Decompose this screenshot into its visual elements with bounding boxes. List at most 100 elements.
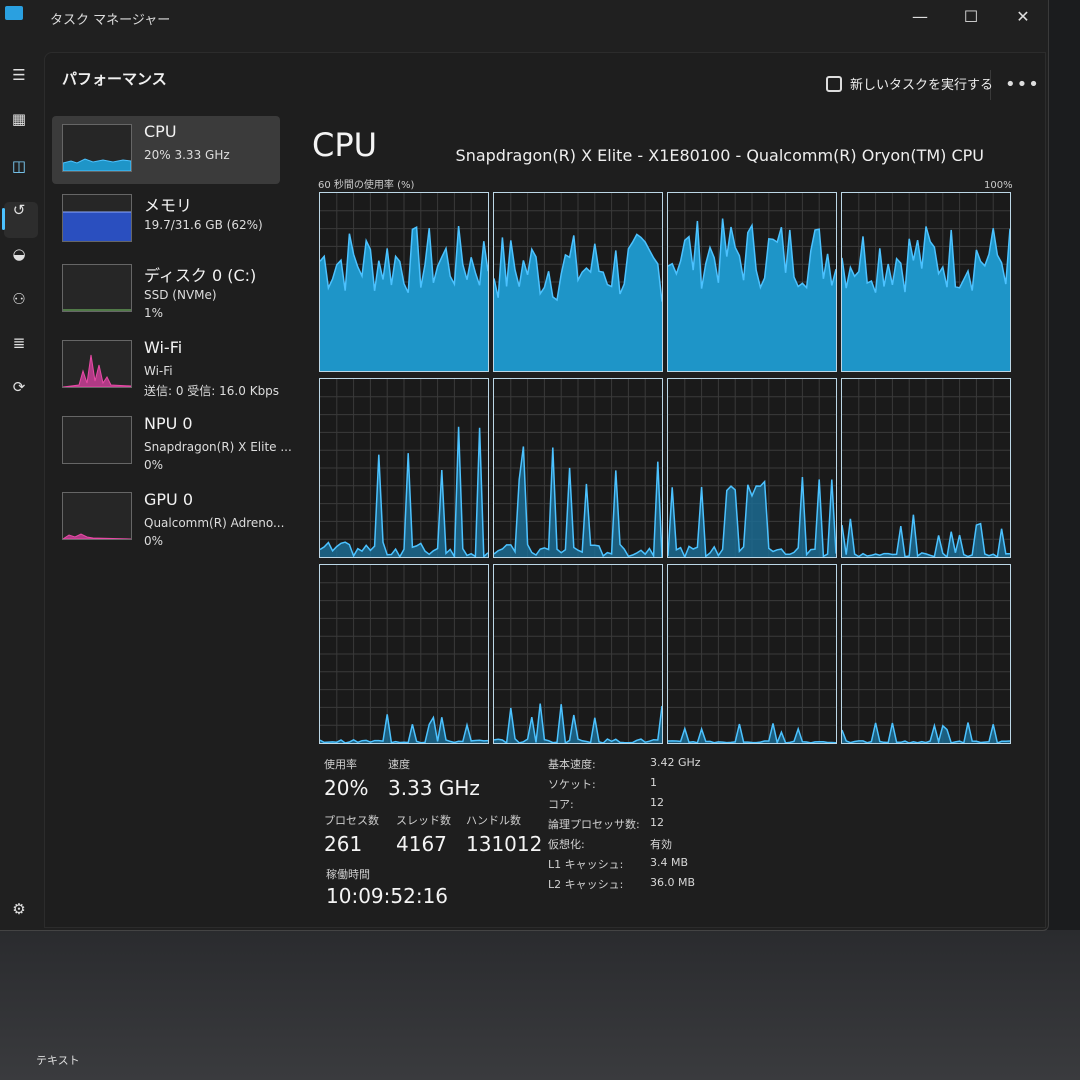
core-graph-4 bbox=[319, 378, 489, 558]
threads-value: 4167 bbox=[396, 832, 447, 856]
sidebar-item-memory[interactable]: メモリ 19.7/31.6 GB (62%) bbox=[52, 186, 280, 254]
usage-value: 20% bbox=[324, 776, 369, 800]
processes-label: プロセス数 bbox=[324, 814, 379, 827]
spec-value: 3.4 MB bbox=[650, 856, 689, 869]
run-new-task-button[interactable]: 新しいタスクを実行する bbox=[826, 74, 993, 93]
app-history-icon[interactable]: ↺ bbox=[8, 199, 30, 221]
details-icon[interactable]: ≣ bbox=[8, 332, 30, 354]
startup-icon[interactable]: ◒ bbox=[8, 243, 30, 265]
settings-icon[interactable]: ⚙ bbox=[8, 898, 30, 920]
core-graph-6 bbox=[667, 378, 837, 558]
desktop-background bbox=[0, 930, 1080, 1080]
sidebar-item-cpu[interactable]: CPU 20% 3.33 GHz bbox=[52, 116, 280, 184]
cpu-heading: CPU bbox=[312, 126, 378, 164]
services-icon[interactable]: ⟳ bbox=[8, 376, 30, 398]
processes-value: 261 bbox=[324, 832, 363, 856]
core-graph-2 bbox=[667, 192, 837, 372]
sidebar-item-title: Wi-Fi bbox=[144, 338, 183, 357]
spec-value: 36.0 MB bbox=[650, 876, 696, 889]
sidebar-item-detail: Wi-Fi bbox=[144, 364, 173, 378]
memory-thumbnail-graph bbox=[62, 194, 132, 242]
spec-key: L2 キャッシュ: bbox=[548, 878, 624, 891]
sidebar-item-value: 1% bbox=[144, 306, 164, 320]
sidebar-item-detail: 20% 3.33 GHz bbox=[144, 148, 230, 162]
performance-icon[interactable]: ◫ bbox=[8, 155, 30, 177]
core-graph-3 bbox=[841, 192, 1011, 372]
spec-key: コア: bbox=[548, 798, 574, 811]
sidebar-item-title: ディスク 0 (C:) bbox=[144, 266, 257, 285]
close-button[interactable]: ✕ bbox=[1008, 4, 1038, 28]
sidebar-item-detail: SSD (NVMe) bbox=[144, 288, 217, 302]
spec-value: 12 bbox=[650, 816, 664, 829]
sidebar-item-title: NPU 0 bbox=[144, 414, 193, 433]
core-graph-11 bbox=[841, 564, 1011, 744]
usage-label: 使用率 bbox=[324, 758, 357, 771]
core-graph-svg bbox=[320, 193, 488, 371]
window-title: タスク マネージャー bbox=[50, 13, 171, 28]
spec-value: 1 bbox=[650, 776, 657, 789]
core-graph-10 bbox=[667, 564, 837, 744]
sidebar-item-title: GPU 0 bbox=[144, 490, 194, 509]
core-graph-svg bbox=[320, 379, 488, 557]
handles-label: ハンドル数 bbox=[466, 814, 521, 827]
cpu-thumbnail-graph bbox=[62, 124, 132, 172]
core-graph-svg bbox=[668, 193, 836, 371]
core-graph-0 bbox=[319, 192, 489, 372]
spec-key: ソケット: bbox=[548, 778, 596, 791]
navigation-rail: ☰ ▦ ◫ ↺ ◒ ⚇ ≣ ⟳ ⚙ bbox=[0, 56, 42, 926]
graph-max-label: 100% bbox=[984, 180, 1013, 191]
spec-value: 3.42 GHz bbox=[650, 756, 701, 769]
sidebar-item-detail: Snapdragon(R) X Elite ... bbox=[144, 440, 292, 454]
sidebar-item-value: 0% bbox=[144, 534, 164, 548]
wifi-thumbnail-graph bbox=[62, 340, 132, 388]
sidebar-item-npu[interactable]: NPU 0 Snapdragon(R) X Elite ... 0% bbox=[52, 408, 292, 476]
gpu-thumbnail-graph bbox=[62, 492, 132, 540]
core-graph-9 bbox=[493, 564, 663, 744]
core-graph-svg bbox=[320, 565, 488, 743]
spec-key: 仮想化: bbox=[548, 838, 585, 851]
spec-key: 基本速度: bbox=[548, 758, 596, 771]
menu-icon[interactable]: ☰ bbox=[8, 64, 30, 86]
title-bar: タスク マネージャー — ☐ ✕ bbox=[0, 0, 1048, 34]
task-manager-icon bbox=[5, 6, 23, 20]
sidebar-item-gpu[interactable]: GPU 0 Qualcomm(R) Adreno... 0% bbox=[52, 484, 284, 552]
core-graph-svg bbox=[668, 565, 836, 743]
core-graph-svg bbox=[494, 193, 662, 371]
core-graph-svg bbox=[842, 565, 1010, 743]
disk-thumbnail-graph bbox=[62, 264, 132, 312]
core-graph-5 bbox=[493, 378, 663, 558]
core-graph-7 bbox=[841, 378, 1011, 558]
core-graph-svg bbox=[494, 565, 662, 743]
npu-thumbnail-graph bbox=[62, 416, 132, 464]
graph-caption: 60 秒間の使用率 (%) bbox=[318, 180, 415, 191]
minimize-button[interactable]: — bbox=[905, 4, 935, 28]
spec-value: 有効 bbox=[650, 838, 672, 851]
core-graph-1 bbox=[493, 192, 663, 372]
nav-active-indicator bbox=[2, 208, 5, 230]
uptime-label: 稼働時間 bbox=[326, 868, 370, 881]
sidebar-item-title: メモリ bbox=[144, 196, 193, 215]
core-usage-area bbox=[842, 226, 1010, 371]
taskbar-label: テキスト bbox=[36, 1054, 80, 1067]
core-graph-8 bbox=[319, 564, 489, 744]
sidebar-item-title: CPU bbox=[144, 122, 177, 141]
run-task-icon bbox=[826, 75, 842, 92]
sidebar-item-detail: Qualcomm(R) Adreno... bbox=[144, 516, 285, 530]
sidebar-item-wifi[interactable]: Wi-Fi Wi-Fi 送信: 0 受信: 16.0 Kbps bbox=[52, 332, 280, 400]
run-task-label: 新しいタスクを実行する bbox=[850, 78, 994, 93]
core-graph-svg bbox=[842, 379, 1010, 557]
maximize-button[interactable]: ☐ bbox=[956, 4, 986, 28]
threads-label: スレッド数 bbox=[396, 814, 451, 827]
spec-key: L1 キャッシュ: bbox=[548, 858, 624, 871]
handles-value: 131012 bbox=[466, 832, 543, 856]
users-icon[interactable]: ⚇ bbox=[8, 288, 30, 310]
cpu-model-name: Snapdragon(R) X Elite - X1E80100 - Qualc… bbox=[455, 146, 984, 165]
processes-icon[interactable]: ▦ bbox=[8, 108, 30, 130]
core-graph-svg bbox=[668, 379, 836, 557]
uptime-value: 10:09:52:16 bbox=[326, 884, 449, 908]
speed-label: 速度 bbox=[388, 758, 410, 771]
sidebar-item-disk[interactable]: ディスク 0 (C:) SSD (NVMe) 1% bbox=[52, 256, 280, 324]
speed-value: 3.33 GHz bbox=[388, 776, 480, 800]
more-options-button[interactable]: ••• bbox=[1005, 74, 1040, 95]
core-graph-svg bbox=[842, 193, 1010, 371]
